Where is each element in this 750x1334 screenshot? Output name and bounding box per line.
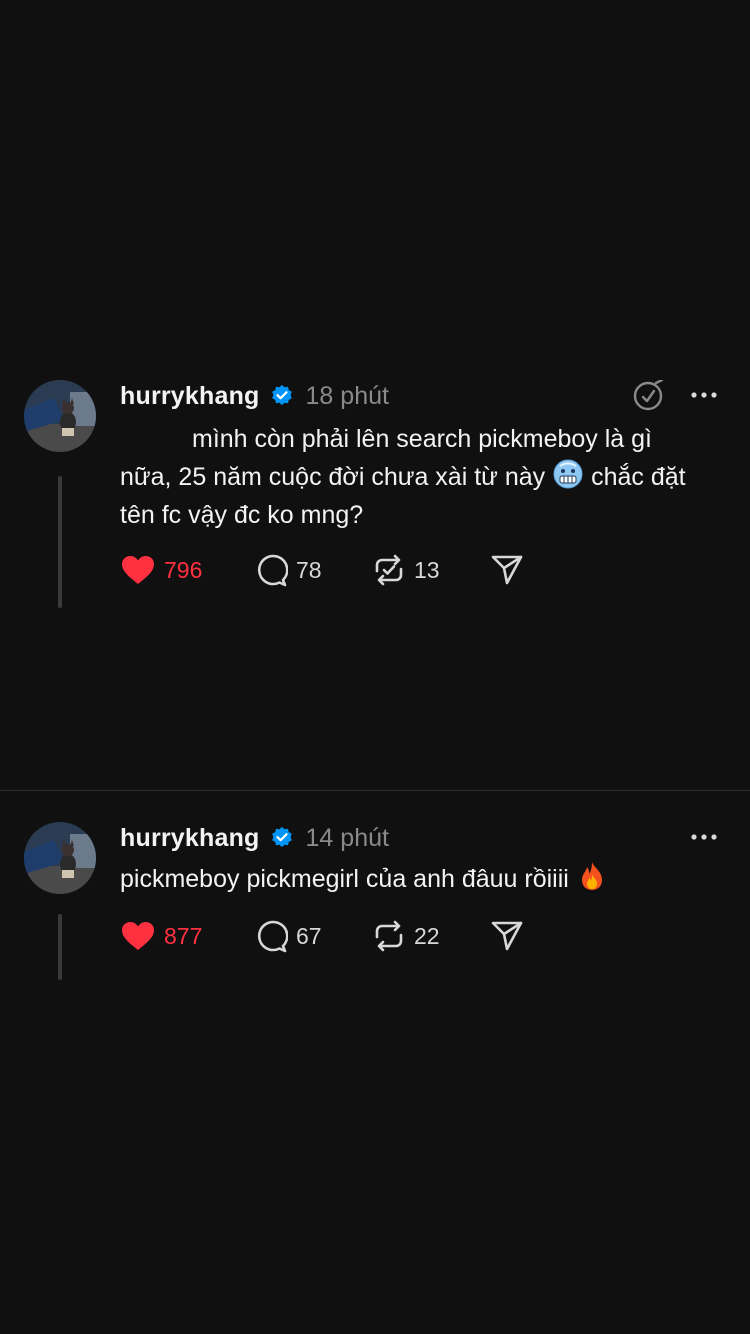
like-button[interactable]: 877 bbox=[120, 918, 254, 954]
post-text-part1: pickmeboy pickmegirl của anh đâuu rồiiii bbox=[120, 865, 569, 893]
reply-count: 67 bbox=[296, 922, 322, 949]
like-button[interactable]: 796 bbox=[120, 552, 254, 588]
share-icon bbox=[491, 921, 523, 951]
share-icon bbox=[491, 555, 523, 585]
repost-button[interactable]: 13 bbox=[372, 552, 490, 588]
post-header: hurrykhang 14 phút bbox=[120, 822, 389, 854]
fire-emoji bbox=[581, 862, 602, 890]
comment-icon bbox=[257, 920, 288, 953]
post-divider bbox=[0, 790, 750, 791]
username[interactable]: hurrykhang bbox=[120, 824, 260, 853]
verified-badge-icon bbox=[271, 385, 292, 405]
mute-icon[interactable] bbox=[632, 380, 664, 412]
thread-line bbox=[58, 914, 62, 980]
heart-filled-icon bbox=[122, 556, 154, 584]
action-bar: 796 78 13 bbox=[120, 552, 524, 588]
more-icon[interactable] bbox=[690, 388, 718, 402]
share-button[interactable] bbox=[490, 918, 524, 954]
like-count: 877 bbox=[164, 922, 203, 949]
avatar-image bbox=[24, 822, 96, 894]
verified-badge-icon bbox=[271, 827, 292, 847]
post-time: 18 phút bbox=[305, 381, 389, 410]
thread-line bbox=[58, 476, 62, 608]
post-time: 14 phút bbox=[305, 823, 389, 852]
repost-icon bbox=[375, 554, 403, 586]
avatar[interactable] bbox=[24, 380, 96, 452]
more-icon[interactable] bbox=[690, 830, 718, 844]
avatar[interactable] bbox=[24, 822, 96, 894]
share-button[interactable] bbox=[490, 552, 524, 588]
cold-face-emoji bbox=[553, 459, 583, 489]
post-text: pickmeboy pickmegirl của anh đâuu rồiiii bbox=[120, 860, 710, 898]
post[interactable]: hurrykhang 18 phút mình còn phải lên sea… bbox=[0, 380, 750, 630]
username[interactable]: hurrykhang bbox=[120, 382, 260, 411]
action-bar: 877 67 22 bbox=[120, 918, 524, 954]
post-header: hurrykhang 18 phút bbox=[120, 380, 389, 412]
repost-button[interactable]: 22 bbox=[372, 918, 490, 954]
reply-button[interactable]: 78 bbox=[254, 552, 372, 588]
heart-filled-icon bbox=[122, 922, 154, 950]
avatar-image bbox=[24, 380, 96, 452]
repost-count: 22 bbox=[414, 922, 440, 949]
post-text: mình còn phải lên search pickmeboy là gì… bbox=[120, 420, 710, 534]
like-count: 796 bbox=[164, 556, 203, 583]
repost-count: 13 bbox=[414, 556, 440, 583]
reply-count: 78 bbox=[296, 556, 322, 583]
post[interactable]: hurrykhang 14 phút pickmeboy pickmegirl … bbox=[0, 822, 750, 992]
reply-button[interactable]: 67 bbox=[254, 918, 372, 954]
repost-icon bbox=[375, 920, 403, 952]
comment-icon bbox=[257, 554, 288, 587]
